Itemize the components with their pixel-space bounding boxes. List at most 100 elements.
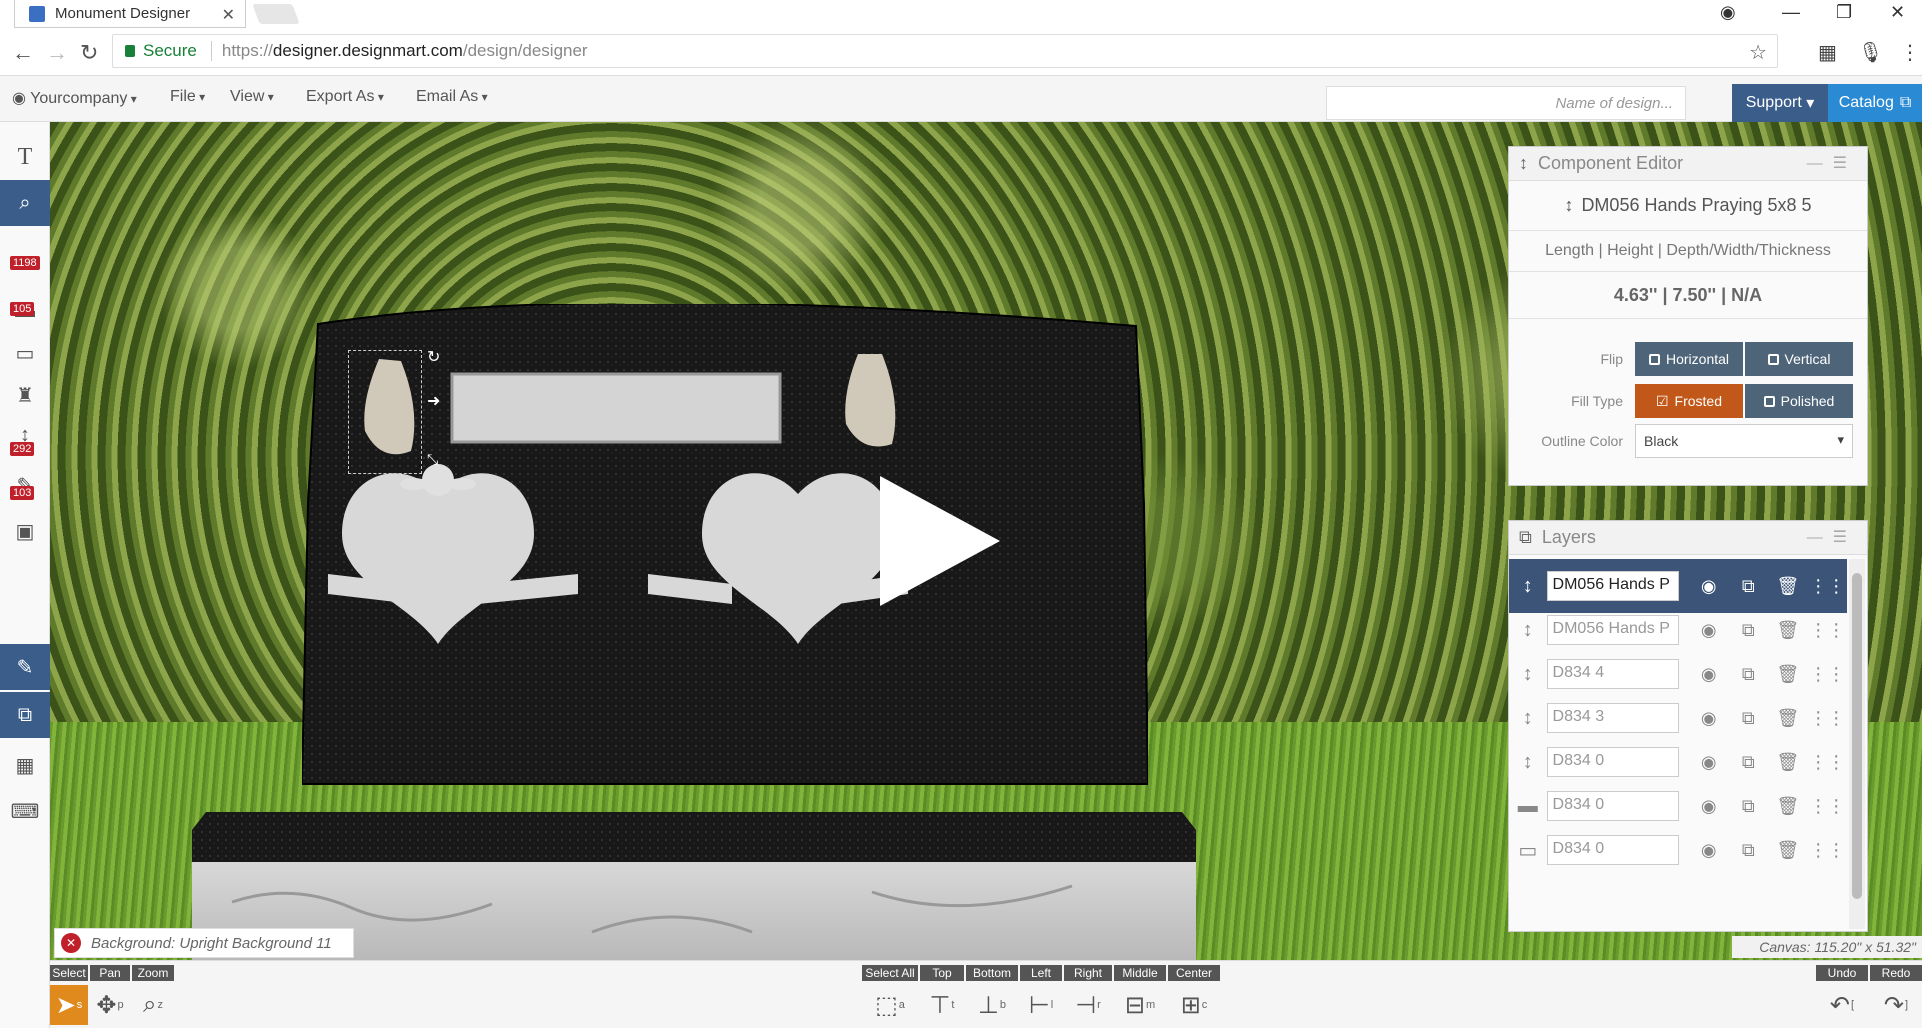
redo-button[interactable]: ↷] <box>1870 985 1922 1025</box>
drag-handle-icon[interactable]: ⋮⋮ <box>1808 752 1848 773</box>
delete-trash-icon[interactable]: 🗑 <box>1768 576 1808 597</box>
visibility-eye-icon[interactable]: ◉ <box>1689 576 1729 597</box>
remove-background-icon[interactable]: ✕ <box>61 933 81 953</box>
layer-name-input[interactable]: DM056 Hands P <box>1546 571 1679 601</box>
menu-view[interactable]: View <box>230 88 274 106</box>
component-editor-header[interactable]: ↕ Component Editor —☰ <box>1509 147 1867 181</box>
drag-handle-icon[interactable]: ⋮⋮ <box>1808 840 1848 861</box>
menu-file[interactable]: File <box>170 88 205 106</box>
text-tool-icon[interactable]: T <box>0 134 50 180</box>
duplicate-icon[interactable]: ⧉ <box>1729 752 1769 773</box>
align-right-button[interactable]: ⊣ r <box>1064 985 1112 1025</box>
base-tool-icon[interactable]: ▭ <box>0 330 50 376</box>
delete-trash-icon[interactable]: 🗑 <box>1768 840 1808 861</box>
layer-name-input[interactable]: D834 0 <box>1546 835 1679 865</box>
duplicate-icon[interactable]: ⧉ <box>1729 796 1769 817</box>
drag-handle-icon[interactable]: ⋮⋮ <box>1808 576 1848 597</box>
extension-icon[interactable]: ▦ <box>1818 40 1837 65</box>
layer-name-input[interactable]: D834 4 <box>1546 659 1679 689</box>
edit-icon[interactable]: ✎ <box>0 644 50 690</box>
duplicate-icon[interactable]: ⧉ <box>1729 708 1769 729</box>
visibility-eye-icon[interactable]: ◉ <box>1689 752 1729 773</box>
delete-trash-icon[interactable]: 🗑 <box>1768 708 1808 729</box>
delete-trash-icon[interactable]: 🗑 <box>1768 664 1808 685</box>
duplicate-icon[interactable]: ⧉ <box>1729 664 1769 685</box>
fill-frosted-button[interactable]: ☑ Frosted <box>1635 384 1743 418</box>
resize-handle-icon[interactable]: ⤡ <box>427 451 438 468</box>
flip-horizontal-button[interactable]: Horizontal <box>1635 342 1743 376</box>
new-tab-button[interactable] <box>252 4 300 24</box>
panel-controls-icon[interactable]: —☰ <box>1807 153 1857 173</box>
drag-handle-icon[interactable]: ⋮⋮ <box>1808 708 1848 729</box>
layer-name-input[interactable]: D834 0 <box>1546 791 1679 821</box>
calculator-icon[interactable]: ▦ <box>0 742 50 788</box>
support-button[interactable]: Support ▾ <box>1732 84 1828 122</box>
delete-trash-icon[interactable]: 🗑 <box>1768 620 1808 641</box>
window-close-icon[interactable]: ✕ <box>1890 2 1905 23</box>
duplicate-icon[interactable]: ⧉ <box>1729 840 1769 861</box>
flip-vertical-button[interactable]: Vertical <box>1745 342 1853 376</box>
layer-row[interactable]: ▭ D834 0 ◉ ⧉ 🗑 ⋮⋮ <box>1509 823 1847 877</box>
tab-close-icon[interactable]: ✕ <box>222 5 235 25</box>
fill-polished-button[interactable]: Polished <box>1745 384 1853 418</box>
profile-icon[interactable]: ◉ <box>1720 2 1736 23</box>
rotate-handle-icon[interactable]: ↻ <box>427 347 440 367</box>
undo-button[interactable]: ↶[ <box>1816 985 1868 1025</box>
panel-controls-icon[interactable]: —☰ <box>1807 527 1857 547</box>
visibility-eye-icon[interactable]: ◉ <box>1689 708 1729 729</box>
menu-export-as[interactable]: Export As <box>306 88 384 106</box>
duplicate-icon[interactable]: ⧉ <box>1729 620 1769 641</box>
move-handle-icon[interactable]: ➜ <box>427 391 440 411</box>
image-tool-icon[interactable]: ▣ <box>0 508 50 554</box>
outline-color-select[interactable]: Black <box>1635 424 1853 458</box>
delete-trash-icon[interactable]: 🗑 <box>1768 796 1808 817</box>
drag-handle-icon[interactable]: ⋮⋮ <box>1808 664 1848 685</box>
keyboard-icon[interactable]: ⌨ <box>0 788 50 834</box>
zoom-tool-button[interactable]: ⌕ z <box>132 985 174 1025</box>
layers-scrollbar[interactable] <box>1849 559 1865 929</box>
layers-header[interactable]: ⧉ Layers —☰ <box>1509 521 1867 555</box>
layer-name-input[interactable]: D834 0 <box>1546 747 1679 777</box>
secure-indicator[interactable]: Secure <box>125 41 197 61</box>
menu-company[interactable]: ◉ Yourcompany <box>12 88 137 108</box>
back-icon[interactable]: ← <box>12 40 34 66</box>
url-field[interactable]: Secure https://designer.designmart.com/d… <box>112 34 1778 68</box>
align-bottom-button[interactable]: ⊥ b <box>966 985 1018 1025</box>
fill-type-row: Fill Type ☑ Frosted Polished <box>1509 383 1869 419</box>
design-name-input[interactable]: Name of design... <box>1326 86 1686 120</box>
visibility-eye-icon[interactable]: ◉ <box>1689 664 1729 685</box>
restore-icon[interactable]: ❐ <box>1836 2 1852 23</box>
monument-tablet[interactable] <box>302 304 1148 804</box>
duplicate-icon[interactable]: ⧉ <box>1729 576 1769 597</box>
delete-trash-icon[interactable]: 🗑 <box>1768 752 1808 773</box>
menu-email-as[interactable]: Email As <box>416 88 488 106</box>
visibility-eye-icon[interactable]: ◉ <box>1689 840 1729 861</box>
reload-icon[interactable]: ↻ <box>80 40 98 66</box>
forward-icon[interactable]: → <box>46 40 68 66</box>
microphone-icon[interactable]: 🎙 <box>1858 40 1883 65</box>
pencil-tool-icon[interactable]: ✎ <box>0 462 50 508</box>
drag-handle-icon[interactable]: ⋮⋮ <box>1808 796 1848 817</box>
catalog-button[interactable]: Catalog ⧉ <box>1828 84 1922 122</box>
layer-name-input[interactable]: DM056 Hands P <box>1546 615 1679 645</box>
layers-icon[interactable]: ⧉ <box>0 692 50 738</box>
search-icon[interactable]: ⌕ <box>0 180 50 226</box>
visibility-eye-icon[interactable]: ◉ <box>1689 796 1729 817</box>
browser-menu-icon[interactable]: ⋮ <box>1900 40 1920 65</box>
align-center-button[interactable]: ⊞ c <box>1168 985 1220 1025</box>
align-left-button[interactable]: ⊢ l <box>1020 985 1062 1025</box>
pan-tool-button[interactable]: ✥ p <box>90 985 130 1025</box>
bookmark-star-icon[interactable]: ☆ <box>1749 40 1767 65</box>
align-middle-button[interactable]: ⊟ m <box>1114 985 1166 1025</box>
browser-tab-active[interactable]: Monument Designer ✕ <box>14 0 246 28</box>
scrollbar-thumb[interactable] <box>1852 573 1862 899</box>
minimize-icon[interactable]: — <box>1782 2 1800 23</box>
layer-name-input[interactable]: D834 3 <box>1546 703 1679 733</box>
selected-component-hands-praying[interactable]: ↻ ➜ ⤡ <box>348 349 440 474</box>
align-top-button[interactable]: ⊤ t <box>920 985 964 1025</box>
select-tool-button[interactable]: ➤ s <box>50 985 88 1025</box>
drag-handle-icon[interactable]: ⋮⋮ <box>1808 620 1848 641</box>
select-all-button[interactable]: ⬚ a <box>862 985 918 1025</box>
visibility-eye-icon[interactable]: ◉ <box>1689 620 1729 641</box>
video-play-icon[interactable] <box>880 476 1000 606</box>
